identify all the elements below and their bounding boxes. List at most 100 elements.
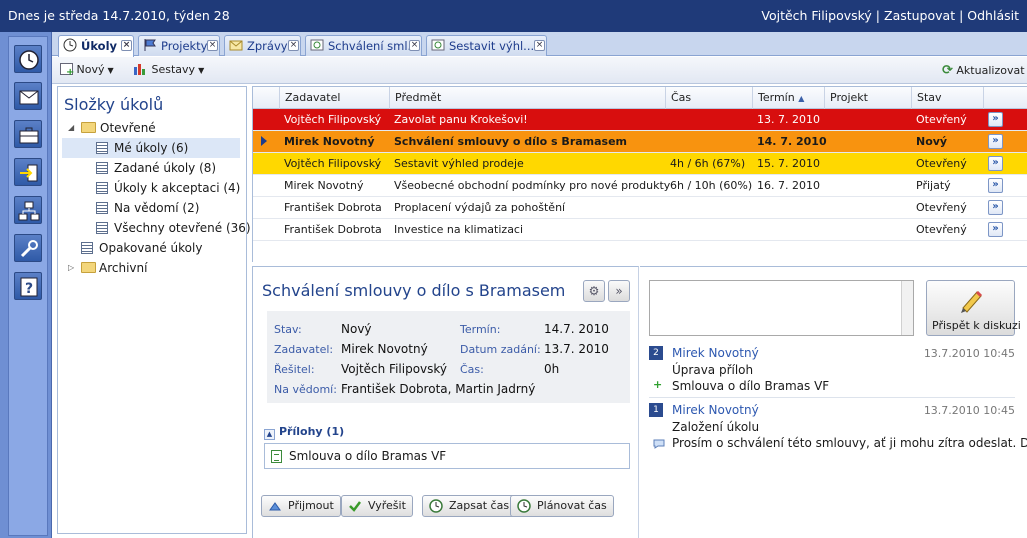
help-icon[interactable]: ?	[14, 272, 42, 300]
tree-item-my-tasks[interactable]: Mé úkoly (6)	[62, 138, 240, 158]
settings-gear-icon[interactable]: ⚙	[583, 280, 605, 302]
accept-button-label: Přijmout	[288, 499, 334, 512]
speech-bubble-icon	[653, 439, 665, 449]
new-button[interactable]: + Nový ▼	[60, 63, 114, 78]
entry-title: Založení úkolu	[672, 420, 760, 434]
close-icon[interactable]: ×	[409, 40, 420, 51]
table-row[interactable]: František Dobrota Investice na klimatiza…	[253, 219, 1027, 241]
cell-assigner: Mirek Novotný	[284, 179, 364, 192]
label-time: Čas:	[460, 363, 484, 376]
network-icon[interactable]	[14, 196, 42, 224]
post-to-discussion-button[interactable]: Přispět k diskuzi	[926, 280, 1021, 336]
value-informed: František Dobrota, Martin Jadrný	[341, 382, 536, 396]
entry-author-link[interactable]: Mirek Novotný	[672, 346, 759, 360]
tab-label: Zprávy	[247, 39, 288, 53]
table-row[interactable]: František Dobrota Proplacení výdajů za p…	[253, 197, 1027, 219]
column-header-assigner[interactable]: Zadavatel	[279, 87, 389, 109]
tab-tasks[interactable]: Úkoly ×	[58, 35, 134, 57]
discussion-input-scrollbar[interactable]	[901, 281, 913, 335]
tree-item-label: Zadané úkoly (8)	[114, 161, 217, 175]
open-task-button[interactable]: »	[988, 112, 1003, 127]
tree-node-archive[interactable]: ▷ Archivní	[66, 258, 246, 278]
clock-icon[interactable]	[14, 45, 42, 73]
table-row[interactable]: Vojtěch Filipovský Zavolat panu Krokešov…	[253, 109, 1027, 131]
open-task-button[interactable]: »	[988, 134, 1003, 149]
cell-assigner: Vojtěch Filipovský	[284, 113, 382, 126]
entry-message: Prosím o schválení této smlouvy, ať ji m…	[672, 436, 1027, 450]
tab-label: Schválení sml...	[328, 39, 419, 53]
collapse-icon[interactable]: ▲	[264, 429, 275, 440]
substitute-link[interactable]: Zastupovat	[884, 8, 955, 23]
column-header-time[interactable]: Čas	[665, 87, 752, 109]
folder-tree-title: Složky úkolů	[64, 95, 164, 114]
expand-button[interactable]: »	[608, 280, 630, 302]
table-row-selected[interactable]: Mirek Novotný Schválení smlouvy o dílo s…	[253, 131, 1027, 153]
task-title: Schválení smlouvy o dílo s Bramasem	[262, 281, 566, 300]
close-icon[interactable]: ×	[207, 40, 218, 51]
label-assigned-date: Datum zadání:	[460, 343, 541, 356]
open-task-button[interactable]: »	[988, 156, 1003, 171]
tab-projects[interactable]: Projekty ×	[138, 35, 220, 56]
import-icon[interactable]	[14, 158, 42, 186]
list-icon	[96, 162, 108, 174]
task-icon	[310, 38, 324, 55]
cell-due: 15. 7. 2010	[757, 157, 820, 170]
open-task-button[interactable]: »	[988, 200, 1003, 215]
table-row[interactable]: Mirek Novotný Všeobecné obchodní podmínk…	[253, 175, 1027, 197]
cell-subject: Zavolat panu Krokešovi!	[394, 113, 528, 126]
attachment-link[interactable]: Smlouva o dílo Bramas VF	[289, 449, 446, 463]
value-assigned-date: 13.7. 2010	[544, 342, 609, 356]
collapsed-triangle-icon[interactable]: ▷	[68, 263, 74, 272]
attachments-toggle[interactable]: ▲ Přílohy (1)	[264, 425, 344, 440]
cell-subject: Investice na klimatizaci	[394, 223, 524, 236]
cell-assigner: Mirek Novotný	[284, 135, 375, 148]
clock-icon	[429, 499, 443, 513]
folder-icon	[81, 262, 96, 273]
tab-contract-approval[interactable]: Schválení sml... ×	[305, 35, 422, 56]
tree-item-recurring[interactable]: Opakované úkoly	[66, 238, 246, 258]
close-icon[interactable]: ×	[121, 40, 132, 51]
column-header-subject[interactable]: Předmět	[389, 87, 665, 109]
briefcase-icon[interactable]	[14, 120, 42, 148]
cell-assigner: Vojtěch Filipovský	[284, 157, 382, 170]
tree-item-assigned-tasks[interactable]: Zadané úkoly (8)	[62, 158, 240, 178]
entry-author-link[interactable]: Mirek Novotný	[672, 403, 759, 417]
expanded-triangle-icon[interactable]: ◢	[68, 123, 74, 132]
tab-messages[interactable]: Zprávy ×	[224, 35, 301, 56]
discussion-input[interactable]	[649, 280, 914, 336]
resolve-button[interactable]: Vyřešit	[341, 495, 413, 517]
log-time-button[interactable]: Zapsat čas	[422, 495, 517, 517]
logout-link[interactable]: Odhlásit	[967, 8, 1019, 23]
reports-button[interactable]: Sestavy ▼	[134, 63, 204, 76]
column-header-state[interactable]: Stav	[911, 87, 983, 109]
user-name-link[interactable]: Vojtěch Filipovský	[761, 8, 871, 23]
cell-subject: Proplacení výdajů za pohoštění	[394, 201, 566, 214]
tree-item-informed[interactable]: Na vědomí (2)	[62, 198, 240, 218]
grid-header: Zadavatel Předmět Čas Termín ▲ Projekt S…	[253, 87, 1027, 109]
tree-node-label: Archivní	[99, 261, 148, 275]
tree-node-open[interactable]: ◢ Otevřené	[66, 118, 246, 138]
tab-sales-forecast[interactable]: Sestavit výhl... ×	[426, 35, 547, 56]
tree-item-all-open[interactable]: Všechny otevřené (36)	[62, 218, 251, 238]
folder-tree: Složky úkolů ◢ Otevřené Mé úkoly (6) Zad…	[57, 86, 251, 534]
plan-time-button[interactable]: Plánovat čas	[510, 495, 614, 517]
entry-attachment-link[interactable]: Smlouva o dílo Bramas VF	[672, 379, 829, 393]
close-icon[interactable]: ×	[288, 40, 299, 51]
label-assigner: Zadavatel:	[274, 343, 334, 356]
tree-item-to-accept[interactable]: Úkoly k akceptaci (4)	[62, 178, 240, 198]
task-properties: Stav: Nový Termín: 14.7. 2010 Zadavatel:…	[267, 311, 630, 403]
discussion-panel: Přispět k diskuzi 2 Mirek Novotný 13.7.2…	[640, 266, 1027, 538]
list-icon	[96, 222, 108, 234]
close-icon[interactable]: ×	[534, 40, 545, 51]
mail-icon[interactable]	[14, 82, 42, 110]
column-header-project[interactable]: Projekt	[824, 87, 911, 109]
column-header-due[interactable]: Termín ▲	[752, 87, 824, 109]
open-task-button[interactable]: »	[988, 222, 1003, 237]
refresh-button[interactable]: ⟳ Aktualizovat	[942, 63, 1025, 78]
value-time: 0h	[544, 362, 560, 376]
column-header-label: Termín	[758, 91, 795, 104]
tools-icon[interactable]	[14, 234, 42, 262]
table-row[interactable]: Vojtěch Filipovský Sestavit výhled prode…	[253, 153, 1027, 175]
accept-button[interactable]: Přijmout	[261, 495, 341, 517]
open-task-button[interactable]: »	[988, 178, 1003, 193]
